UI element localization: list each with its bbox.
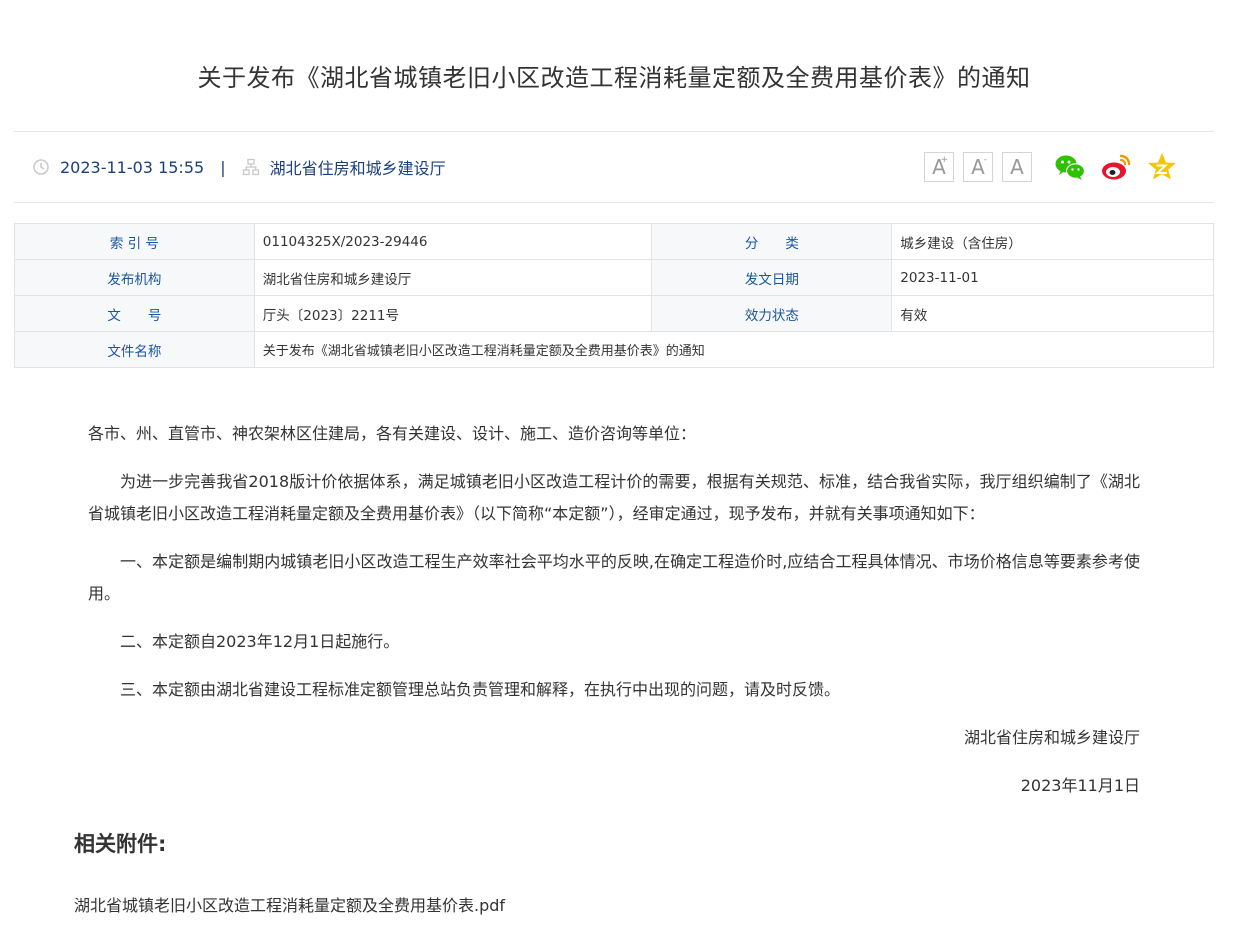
index-value: 01104325X/2023-29446 [253,223,653,260]
paragraph-intro: 为进一步完善我省2018版计价依据体系，满足城镇老旧小区改造工程计价的需要，根据… [88,472,1140,523]
article-body: 各市、州、直管市、神农架林区住建局，各有关建设、设计、施工、造价咨询等单位： 为… [88,418,1140,818]
org-label: 发布机构 [14,259,255,296]
divider-meta [14,202,1214,203]
category-label: 分 类 [651,223,893,260]
font-decrease-button[interactable]: A- [963,152,993,182]
font-increase-button[interactable]: A + [924,152,954,182]
item-one: 一、本定额是编制期内城镇老旧小区改造工程生产效率社会平均水平的反映,在确定工程造… [88,552,1140,603]
table-row: 文件名称 关于发布《湖北省城镇老旧小区改造工程消耗量定额及全费用基价表》的通知 [14,331,1215,368]
item-two: 二、本定额自2023年12月1日起施行。 [120,632,400,651]
font-increase-mark: + [940,155,948,165]
wechat-icon[interactable] [1053,150,1087,184]
publisher-name: 湖北省住房和城乡建设厅 [269,159,446,178]
article-toolbar: A + A- A [924,150,1179,184]
qzone-icon[interactable] [1145,150,1179,184]
status-label: 效力状态 [651,295,893,332]
document-info-table: 索 引 号 01104325X/2023-29446 分 类 城乡建设（含住房）… [14,223,1215,368]
font-decrease-mark: - [983,155,987,165]
index-label: 索 引 号 [14,223,255,260]
sign-date: 2023年11月1日 [1020,776,1140,795]
table-row: 索 引 号 01104325X/2023-29446 分 类 城乡建设（含住房） [14,223,1214,260]
docno-value: 厅头〔2023〕2211号 [253,295,653,332]
table-row: 发布机构 湖北省住房和城乡建设厅 发文日期 2023-11-01 [14,259,1214,296]
attachment-link[interactable]: 湖北省城镇老旧小区改造工程消耗量定额及全费用基价表.pdf [74,892,505,916]
article-title: 关于发布《湖北省城镇老旧小区改造工程消耗量定额及全费用基价表》的通知 [197,64,1031,92]
meta-separator: | [220,157,226,177]
name-label: 文件名称 [14,331,255,368]
date-value: 2023-11-01 [891,259,1214,296]
category-value: 城乡建设（含住房） [891,223,1214,260]
weibo-icon[interactable] [1099,150,1133,184]
clock-icon [32,158,50,176]
org-tree-icon [242,158,260,176]
article-page: 关于发布《湖北省城镇老旧小区改造工程消耗量定额及全费用基价表》的通知 2023-… [0,0,1246,940]
table-row: 文 号 厅头〔2023〕2211号 效力状态 有效 [14,295,1214,332]
signature: 湖北省住房和城乡建设厅 [963,728,1140,747]
docno-label: 文 号 [14,295,255,332]
date-label: 发文日期 [651,259,893,296]
org-value: 湖北省住房和城乡建设厅 [253,259,653,296]
divider-top [14,131,1214,132]
font-default-label: A [1010,155,1024,179]
salutation: 各市、州、直管市、神农架林区住建局，各有关建设、设计、施工、造价咨询等单位： [88,424,697,443]
name-value: 关于发布《湖北省城镇老旧小区改造工程消耗量定额及全费用基价表》的通知 [253,331,1215,368]
article-meta: 2023-11-03 15:55 | 湖北省住房和城乡建设厅 [32,150,446,184]
publish-datetime: 2023-11-03 15:55 [60,157,205,177]
status-value: 有效 [891,295,1214,332]
item-three: 三、本定额由湖北省建设工程标准定额管理总站负责管理和解释，在执行中出现的问题，请… [120,680,841,699]
attachments-heading: 相关附件: [74,832,167,856]
font-default-button[interactable]: A [1002,152,1032,182]
